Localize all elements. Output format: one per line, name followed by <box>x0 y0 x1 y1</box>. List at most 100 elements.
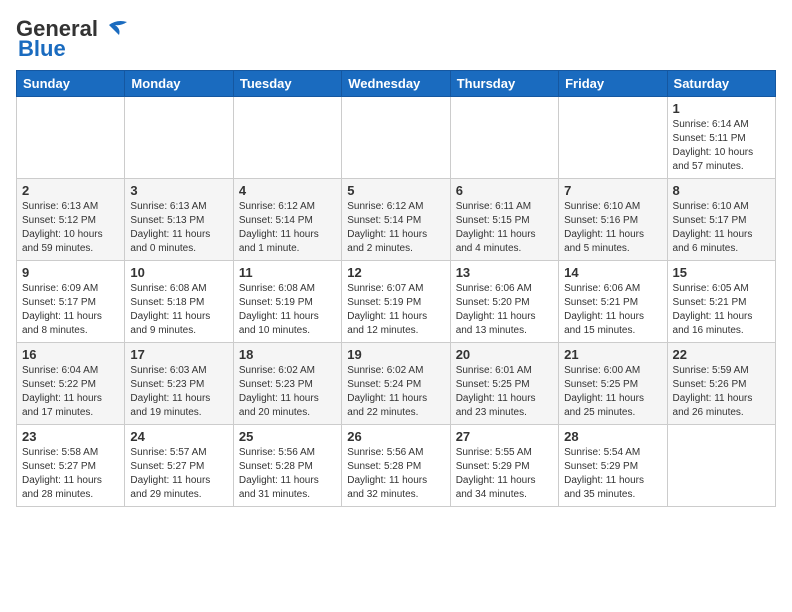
calendar-week-row: 2 Sunrise: 6:13 AM Sunset: 5:12 PM Daylig… <box>17 179 776 261</box>
calendar-cell <box>342 97 450 179</box>
day-number: 25 <box>239 429 336 444</box>
calendar-cell: 7 Sunrise: 6:10 AM Sunset: 5:16 PM Daylig… <box>559 179 667 261</box>
day-info: Sunrise: 6:12 AM Sunset: 5:14 PM Dayligh… <box>239 200 336 256</box>
day-number: 5 <box>347 183 444 198</box>
day-number: 28 <box>564 429 661 444</box>
day-number: 27 <box>456 429 553 444</box>
day-info: Sunrise: 6:13 AM Sunset: 5:13 PM Dayligh… <box>130 200 227 256</box>
weekday-header-thursday: Thursday <box>450 71 558 97</box>
day-number: 18 <box>239 347 336 362</box>
day-info: Sunrise: 6:08 AM Sunset: 5:19 PM Dayligh… <box>239 282 336 338</box>
day-number: 26 <box>347 429 444 444</box>
calendar-cell <box>17 97 125 179</box>
logo: General Blue <box>16 16 129 62</box>
day-info: Sunrise: 6:07 AM Sunset: 5:19 PM Dayligh… <box>347 282 444 338</box>
day-info: Sunrise: 6:08 AM Sunset: 5:18 PM Dayligh… <box>130 282 227 338</box>
calendar-cell: 10 Sunrise: 6:08 AM Sunset: 5:18 PM Dayli… <box>125 261 233 343</box>
weekday-header-sunday: Sunday <box>17 71 125 97</box>
calendar-header-row: SundayMondayTuesdayWednesdayThursdayFrid… <box>17 71 776 97</box>
calendar-cell <box>125 97 233 179</box>
page-header: General Blue <box>16 16 776 62</box>
day-number: 14 <box>564 265 661 280</box>
day-number: 6 <box>456 183 553 198</box>
logo-bird-icon <box>99 17 129 39</box>
calendar-cell: 15 Sunrise: 6:05 AM Sunset: 5:21 PM Dayli… <box>667 261 775 343</box>
calendar-cell: 28 Sunrise: 5:54 AM Sunset: 5:29 PM Dayli… <box>559 425 667 507</box>
day-number: 3 <box>130 183 227 198</box>
calendar-cell: 1 Sunrise: 6:14 AM Sunset: 5:11 PM Daylig… <box>667 97 775 179</box>
day-info: Sunrise: 5:58 AM Sunset: 5:27 PM Dayligh… <box>22 446 119 502</box>
weekday-header-wednesday: Wednesday <box>342 71 450 97</box>
day-info: Sunrise: 6:14 AM Sunset: 5:11 PM Dayligh… <box>673 118 770 174</box>
calendar-cell: 8 Sunrise: 6:10 AM Sunset: 5:17 PM Daylig… <box>667 179 775 261</box>
calendar-cell: 19 Sunrise: 6:02 AM Sunset: 5:24 PM Dayli… <box>342 343 450 425</box>
day-number: 22 <box>673 347 770 362</box>
day-number: 11 <box>239 265 336 280</box>
calendar-week-row: 16Sunrise: 6:04 AM Sunset: 5:22 PM Dayli… <box>17 343 776 425</box>
calendar-cell: 21 Sunrise: 6:00 AM Sunset: 5:25 PM Dayli… <box>559 343 667 425</box>
weekday-header-friday: Friday <box>559 71 667 97</box>
calendar-cell: 26 Sunrise: 5:56 AM Sunset: 5:28 PM Dayli… <box>342 425 450 507</box>
calendar-cell: 4 Sunrise: 6:12 AM Sunset: 5:14 PM Daylig… <box>233 179 341 261</box>
day-info: Sunrise: 6:09 AM Sunset: 5:17 PM Dayligh… <box>22 282 119 338</box>
day-number: 8 <box>673 183 770 198</box>
calendar-cell: 9 Sunrise: 6:09 AM Sunset: 5:17 PM Daylig… <box>17 261 125 343</box>
day-info: Sunrise: 6:06 AM Sunset: 5:21 PM Dayligh… <box>564 282 661 338</box>
day-number: 23 <box>22 429 119 444</box>
day-number: 2 <box>22 183 119 198</box>
calendar-cell: 12 Sunrise: 6:07 AM Sunset: 5:19 PM Dayli… <box>342 261 450 343</box>
day-info: Sunrise: 5:54 AM Sunset: 5:29 PM Dayligh… <box>564 446 661 502</box>
calendar-cell: 3 Sunrise: 6:13 AM Sunset: 5:13 PM Daylig… <box>125 179 233 261</box>
day-info: Sunrise: 6:01 AM Sunset: 5:25 PM Dayligh… <box>456 364 553 420</box>
day-info: Sunrise: 6:12 AM Sunset: 5:14 PM Dayligh… <box>347 200 444 256</box>
calendar-cell <box>559 97 667 179</box>
day-number: 24 <box>130 429 227 444</box>
calendar-cell: 22Sunrise: 5:59 AM Sunset: 5:26 PM Dayli… <box>667 343 775 425</box>
day-number: 17 <box>130 347 227 362</box>
calendar-cell <box>450 97 558 179</box>
day-info: Sunrise: 6:03 AM Sunset: 5:23 PM Dayligh… <box>130 364 227 420</box>
calendar-cell: 14 Sunrise: 6:06 AM Sunset: 5:21 PM Dayli… <box>559 261 667 343</box>
calendar-table: SundayMondayTuesdayWednesdayThursdayFrid… <box>16 70 776 507</box>
calendar-cell: 2 Sunrise: 6:13 AM Sunset: 5:12 PM Daylig… <box>17 179 125 261</box>
day-number: 1 <box>673 101 770 116</box>
day-number: 13 <box>456 265 553 280</box>
calendar-cell: 13Sunrise: 6:06 AM Sunset: 5:20 PM Dayli… <box>450 261 558 343</box>
day-number: 19 <box>347 347 444 362</box>
day-number: 15 <box>673 265 770 280</box>
day-number: 16 <box>22 347 119 362</box>
calendar-cell: 23 Sunrise: 5:58 AM Sunset: 5:27 PM Dayli… <box>17 425 125 507</box>
calendar-cell: 6 Sunrise: 6:11 AM Sunset: 5:15 PM Daylig… <box>450 179 558 261</box>
day-info: Sunrise: 5:56 AM Sunset: 5:28 PM Dayligh… <box>347 446 444 502</box>
day-number: 12 <box>347 265 444 280</box>
day-info: Sunrise: 6:02 AM Sunset: 5:23 PM Dayligh… <box>239 364 336 420</box>
calendar-week-row: 23 Sunrise: 5:58 AM Sunset: 5:27 PM Dayli… <box>17 425 776 507</box>
day-info: Sunrise: 6:02 AM Sunset: 5:24 PM Dayligh… <box>347 364 444 420</box>
day-info: Sunrise: 6:10 AM Sunset: 5:17 PM Dayligh… <box>673 200 770 256</box>
day-info: Sunrise: 6:13 AM Sunset: 5:12 PM Dayligh… <box>22 200 119 256</box>
day-number: 20 <box>456 347 553 362</box>
calendar-cell <box>233 97 341 179</box>
calendar-week-row: 1 Sunrise: 6:14 AM Sunset: 5:11 PM Daylig… <box>17 97 776 179</box>
weekday-header-tuesday: Tuesday <box>233 71 341 97</box>
day-info: Sunrise: 6:05 AM Sunset: 5:21 PM Dayligh… <box>673 282 770 338</box>
weekday-header-saturday: Saturday <box>667 71 775 97</box>
day-info: Sunrise: 5:55 AM Sunset: 5:29 PM Dayligh… <box>456 446 553 502</box>
day-number: 9 <box>22 265 119 280</box>
day-number: 10 <box>130 265 227 280</box>
calendar-cell: 27 Sunrise: 5:55 AM Sunset: 5:29 PM Dayli… <box>450 425 558 507</box>
day-number: 4 <box>239 183 336 198</box>
day-number: 21 <box>564 347 661 362</box>
calendar-week-row: 9 Sunrise: 6:09 AM Sunset: 5:17 PM Daylig… <box>17 261 776 343</box>
calendar-cell: 18 Sunrise: 6:02 AM Sunset: 5:23 PM Dayli… <box>233 343 341 425</box>
day-info: Sunrise: 6:11 AM Sunset: 5:15 PM Dayligh… <box>456 200 553 256</box>
calendar-cell: 24Sunrise: 5:57 AM Sunset: 5:27 PM Dayli… <box>125 425 233 507</box>
day-info: Sunrise: 6:00 AM Sunset: 5:25 PM Dayligh… <box>564 364 661 420</box>
calendar-cell: 11 Sunrise: 6:08 AM Sunset: 5:19 PM Dayli… <box>233 261 341 343</box>
logo-blue: Blue <box>18 36 66 62</box>
day-number: 7 <box>564 183 661 198</box>
calendar-cell: 17 Sunrise: 6:03 AM Sunset: 5:23 PM Dayli… <box>125 343 233 425</box>
calendar-cell: 16Sunrise: 6:04 AM Sunset: 5:22 PM Dayli… <box>17 343 125 425</box>
calendar-cell: 25Sunrise: 5:56 AM Sunset: 5:28 PM Dayli… <box>233 425 341 507</box>
day-info: Sunrise: 6:10 AM Sunset: 5:16 PM Dayligh… <box>564 200 661 256</box>
